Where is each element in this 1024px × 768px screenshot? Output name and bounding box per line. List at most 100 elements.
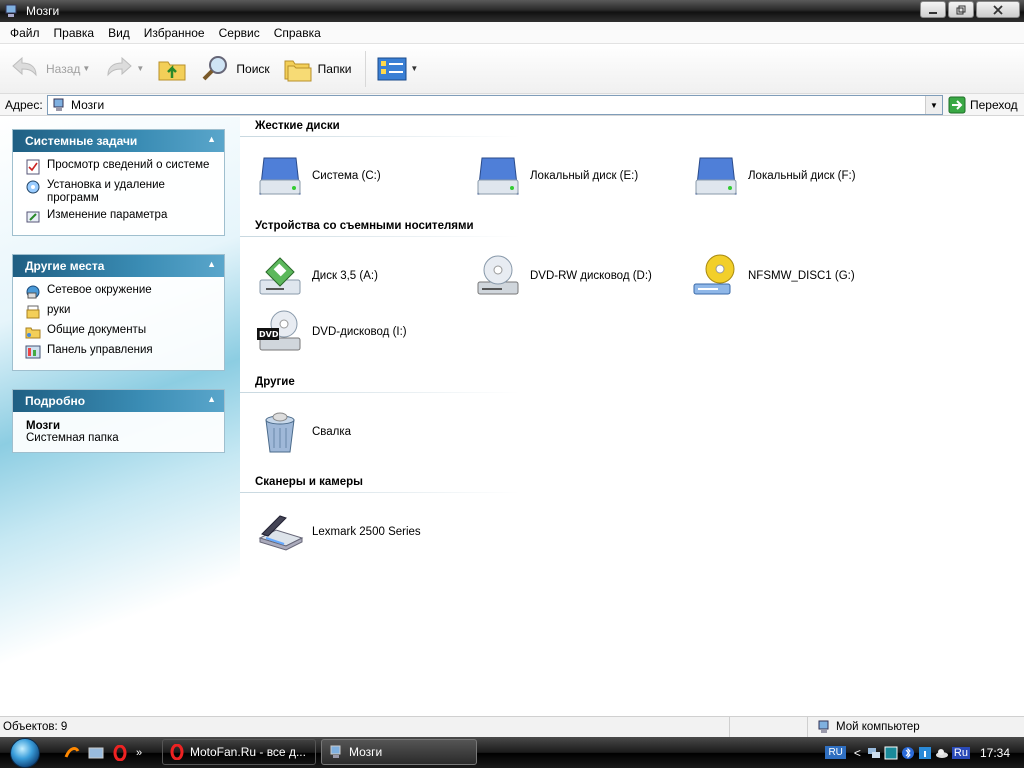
recycle-bin[interactable]: Свалка [256,408,351,456]
language-indicator[interactable]: RU [825,746,846,759]
drive-f[interactable]: Локальный диск (F:) [692,152,856,200]
opera-icon[interactable] [112,744,128,761]
place-control-panel[interactable]: Панель управления [25,344,216,360]
group-divider [240,492,520,493]
computer-icon [330,745,341,758]
game-disc-drive-icon [693,254,735,295]
task-add-remove-programs[interactable]: Установка и удаление программ [25,179,216,205]
bluetooth-tray-icon[interactable] [901,746,915,760]
place-network[interactable]: Сетевое окружение [25,284,216,300]
close-button[interactable] [976,1,1020,18]
system-info-icon [26,159,40,175]
scanner-lexmark[interactable]: Lexmark 2500 Series [256,508,421,556]
quick-launch: » [64,744,142,761]
menu-file[interactable]: Файл [3,22,47,44]
monitor-tray-icon[interactable] [884,746,898,760]
collapse-icon[interactable]: ▲ [207,394,216,404]
back-label: Назад [46,61,81,76]
tray-expand-icon[interactable]: < [854,746,861,760]
place-label: Общие документы [47,324,147,336]
group-header-removable: Устройства со съемными носителями [255,220,474,232]
maximize-button[interactable] [948,1,974,18]
minimize-icon [929,11,937,14]
browser-icon[interactable] [64,745,80,761]
details-type: Системная папка [26,432,119,444]
group-header-scanners: Сканеры и камеры [255,476,364,488]
window-title: Мозги [26,4,60,18]
menu-help[interactable]: Справка [267,22,328,44]
taskbar-item-mozgi[interactable]: Мозги [321,739,477,765]
back-dropdown-icon[interactable]: ▼ [82,64,90,73]
task-change-setting[interactable]: Изменение параметра [25,209,216,225]
folder-up-icon [158,61,186,80]
forward-dropdown-icon[interactable]: ▼ [136,64,144,73]
system-tasks-panel: Системные задачи ▲ Просмотр сведений о с… [12,129,225,236]
system-tray: RU < Ru 17:34 [825,737,1024,768]
drive-label: DVD-RW дисковод (D:) [530,270,652,282]
clock[interactable]: 17:34 [980,746,1010,760]
address-input[interactable]: Мозги ▼ [47,95,943,115]
place-hands[interactable]: руки [25,304,216,320]
network-tray-icon[interactable] [867,746,881,760]
taskbar-item-label: Мозги [349,745,383,759]
menu-tools[interactable]: Сервис [212,22,267,44]
collapse-icon[interactable]: ▲ [207,134,216,144]
forward-button[interactable]: ▼ [98,49,148,89]
cloud-tray-icon[interactable] [935,746,949,760]
address-dropdown-button[interactable]: ▼ [925,96,942,114]
toolbar-separator [365,50,367,87]
programs-icon [26,180,40,194]
other-places-header[interactable]: Другие места ▲ [13,255,224,277]
content-area: Жесткие диски Система (C:) Локальный дис… [240,117,1024,715]
show-desktop-icon[interactable] [88,745,104,761]
system-tasks-header[interactable]: Системные задачи ▲ [13,130,224,152]
back-button[interactable]: Назад ▼ [6,49,94,89]
svg-text:DVD: DVD [259,330,279,339]
computer-icon [53,98,64,111]
other-places-title: Другие места [25,259,105,273]
search-label: Поиск [236,61,270,76]
up-folder-button[interactable] [152,49,192,89]
views-dropdown-icon[interactable]: ▼ [410,64,418,73]
info-tray-icon[interactable] [918,746,932,760]
minimize-button[interactable] [920,1,946,18]
back-arrow-icon [12,56,37,76]
drive-g[interactable]: NFSMW_DISC1 (G:) [692,252,855,300]
group-divider [240,392,520,393]
drive-label: Локальный диск (E:) [530,170,639,182]
hard-drive-icon [477,157,519,195]
task-view-system-info[interactable]: Просмотр сведений о системе [25,159,216,175]
drive-c[interactable]: Система (C:) [256,152,381,200]
task-pane: Системные задачи ▲ Просмотр сведений о с… [0,117,240,715]
input-locale-indicator[interactable]: Ru [951,746,970,759]
drive-d[interactable]: DVD-RW дисковод (D:) [474,252,652,300]
folders-button[interactable]: Папки [278,49,356,89]
menu-favorites[interactable]: Избранное [137,22,212,44]
taskbar-item-label: MotoFan.Ru - все д... [190,745,306,759]
quick-launch-more-icon[interactable]: » [136,747,142,759]
shared-folder-icon [25,327,41,339]
system-tasks-title: Системные задачи [25,134,138,148]
collapse-icon[interactable]: ▲ [207,259,216,269]
task-label: Изменение параметра [47,209,168,221]
details-header[interactable]: Подробно ▲ [13,390,224,412]
go-button[interactable]: Переход [948,95,1018,115]
toolbar: Назад ▼ ▼ Поиск Папки ▼ [0,44,1024,94]
drive-i[interactable]: DVD DVD-дисковод (I:) [256,308,407,356]
menu-edit[interactable]: Правка [47,22,102,44]
search-button[interactable]: Поиск [196,49,273,89]
details-panel: Подробно ▲ Мозги Системная папка [12,389,225,453]
menu-view[interactable]: Вид [101,22,137,44]
start-button[interactable] [0,737,50,768]
drive-label: Диск 3,5 (A:) [312,270,378,282]
control-panel-icon [25,345,41,359]
opera-icon [170,744,184,760]
address-label: Адрес: [5,97,43,112]
views-button[interactable]: ▼ [372,49,422,89]
drive-a[interactable]: Диск 3,5 (A:) [256,252,378,300]
drive-e[interactable]: Локальный диск (E:) [474,152,638,200]
folders-label: Папки [317,61,352,76]
place-shared-documents[interactable]: Общие документы [25,324,216,340]
taskbar-item-motofan[interactable]: MotoFan.Ru - все д... [162,739,316,765]
go-label: Переход [970,98,1018,112]
